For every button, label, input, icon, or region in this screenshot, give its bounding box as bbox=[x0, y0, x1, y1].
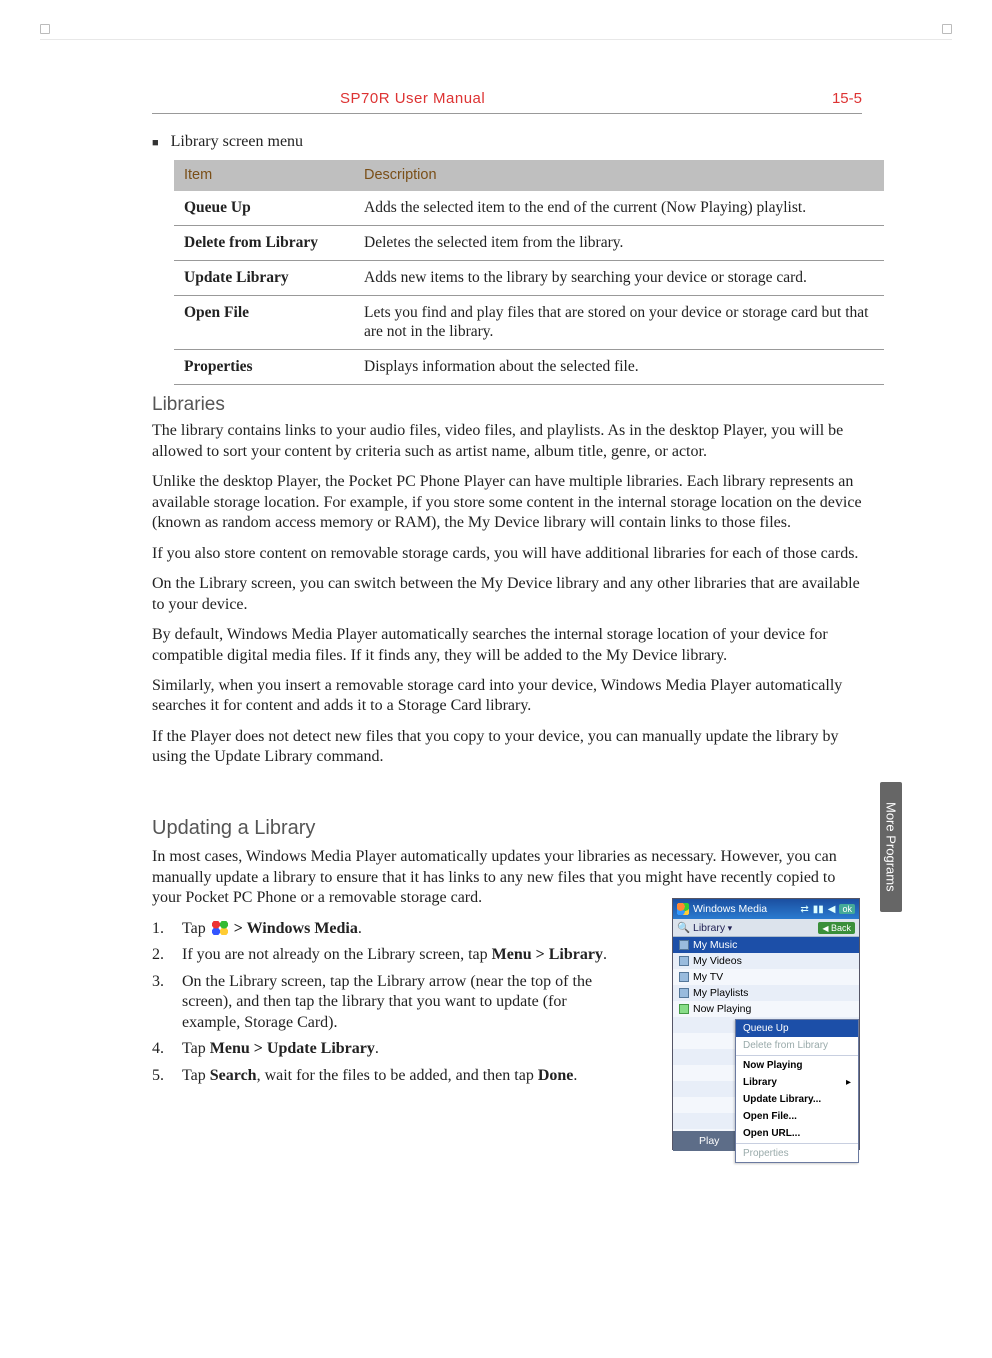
step-number: 2. bbox=[152, 945, 170, 965]
bullet-library-screen-menu: ■ Library screen menu bbox=[152, 132, 862, 152]
table-row: Delete from Library Deletes the selected… bbox=[174, 225, 884, 260]
cell-desc: Displays information about the selected … bbox=[354, 350, 884, 385]
folder-icon bbox=[679, 940, 689, 950]
menu-delete-from-library: Delete from Library bbox=[736, 1037, 858, 1054]
menu-library[interactable]: Library▸ bbox=[736, 1074, 858, 1091]
doc-title: SP70R User Manual bbox=[340, 90, 485, 107]
folder-icon bbox=[679, 956, 689, 966]
para: Unlike the desktop Player, the Pocket PC… bbox=[152, 472, 862, 533]
cell-desc: Deletes the selected item from the libra… bbox=[354, 225, 884, 260]
para: If the Player does not detect new files … bbox=[152, 727, 862, 768]
page-number: 15-5 bbox=[832, 90, 862, 107]
para: If you also store content on removable s… bbox=[152, 544, 862, 564]
step-text: If you are not already on the Library sc… bbox=[182, 945, 607, 965]
start-flag-icon bbox=[212, 921, 228, 935]
device-screenshot: Windows Media ⇄ ▮▮ ◀ ok 🔍 Library ◀ Back… bbox=[672, 898, 860, 1150]
bullet-square-icon: ■ bbox=[152, 138, 159, 149]
bullet-text: Library screen menu bbox=[171, 132, 303, 152]
step: 2. If you are not already on the Library… bbox=[152, 945, 620, 965]
para: On the Library screen, you can switch be… bbox=[152, 574, 862, 615]
tree-item-my-tv[interactable]: My TV bbox=[673, 969, 859, 985]
softkey-play[interactable]: Play bbox=[699, 1135, 719, 1147]
context-menu: Queue Up Delete from Library Now Playing… bbox=[735, 1019, 859, 1163]
thumb-tab-more-programs: More Programs bbox=[880, 782, 902, 912]
th-item: Item bbox=[174, 160, 354, 191]
section-libraries-heading: Libraries bbox=[152, 393, 862, 417]
status-icons: ⇄ ▮▮ ◀ ok bbox=[800, 904, 855, 915]
app-title: Windows Media bbox=[693, 903, 767, 915]
tree-item-my-music[interactable]: My Music bbox=[673, 937, 859, 953]
running-header: SP70R User Manual 15-5 bbox=[340, 90, 862, 107]
step: 4. Tap Menu > Update Library. bbox=[152, 1039, 620, 1059]
step-number: 3. bbox=[152, 972, 170, 1033]
menu-queue-up[interactable]: Queue Up bbox=[736, 1020, 858, 1037]
menu-properties: Properties bbox=[736, 1145, 858, 1162]
cell-item: Queue Up bbox=[174, 191, 354, 225]
step: 5. Tap Search, wait for the files to be … bbox=[152, 1066, 620, 1086]
section-updating-heading: Updating a Library bbox=[152, 816, 862, 842]
table-row: Open File Lets you find and play files t… bbox=[174, 295, 884, 350]
steps-list: 1. Tap > Windows Media. 2. If you are no… bbox=[152, 919, 620, 1086]
table-row: Queue Up Adds the selected item to the e… bbox=[174, 191, 884, 225]
cell-item: Open File bbox=[174, 295, 354, 350]
cell-desc: Adds the selected item to the end of the… bbox=[354, 191, 884, 225]
cell-item: Delete from Library bbox=[174, 225, 354, 260]
para: By default, Windows Media Player automat… bbox=[152, 625, 862, 666]
step-number: 4. bbox=[152, 1039, 170, 1059]
menu-open-file[interactable]: Open File... bbox=[736, 1108, 858, 1125]
step-text: On the Library screen, tap the Library a… bbox=[182, 972, 620, 1033]
step-text: Tap Menu > Update Library. bbox=[182, 1039, 379, 1059]
menu-open-url[interactable]: Open URL... bbox=[736, 1125, 858, 1142]
menu-now-playing[interactable]: Now Playing bbox=[736, 1057, 858, 1074]
cell-item: Properties bbox=[174, 350, 354, 385]
table-row: Properties Displays information about th… bbox=[174, 350, 884, 385]
para: The library contains links to your audio… bbox=[152, 421, 862, 462]
step-number: 1. bbox=[152, 919, 170, 939]
volume-icon: ◀ bbox=[828, 904, 836, 915]
menu-update-library[interactable]: Update Library... bbox=[736, 1091, 858, 1108]
th-description: Description bbox=[354, 160, 884, 191]
library-menu-table: Item Description Queue Up Adds the selec… bbox=[174, 160, 884, 385]
step-number: 5. bbox=[152, 1066, 170, 1086]
tree-item-my-playlists[interactable]: My Playlists bbox=[673, 985, 859, 1001]
library-dropdown[interactable]: 🔍 Library bbox=[677, 921, 732, 934]
titlebar: Windows Media ⇄ ▮▮ ◀ ok bbox=[673, 899, 859, 919]
signal-icon: ▮▮ bbox=[813, 904, 824, 915]
tree-item-my-videos[interactable]: My Videos bbox=[673, 953, 859, 969]
tree-item-now-playing[interactable]: Now Playing bbox=[673, 1001, 859, 1017]
step-text: Tap > Windows Media. bbox=[182, 919, 362, 939]
cell-item: Update Library bbox=[174, 260, 354, 295]
step: 3. On the Library screen, tap the Librar… bbox=[152, 972, 620, 1033]
folder-icon bbox=[679, 972, 689, 982]
page-crop-marks bbox=[40, 28, 952, 40]
step: 1. Tap > Windows Media. bbox=[152, 919, 620, 939]
cell-desc: Adds new items to the library by searchi… bbox=[354, 260, 884, 295]
windows-icon bbox=[677, 903, 689, 915]
sync-icon: ⇄ bbox=[800, 904, 808, 915]
chevron-right-icon: ▸ bbox=[846, 1077, 851, 1088]
library-bar: 🔍 Library ◀ Back bbox=[673, 919, 859, 937]
table-row: Update Library Adds new items to the lib… bbox=[174, 260, 884, 295]
folder-icon bbox=[679, 988, 689, 998]
header-rule bbox=[152, 113, 862, 114]
ok-button[interactable]: ok bbox=[839, 904, 855, 914]
cell-desc: Lets you find and play files that are st… bbox=[354, 295, 884, 350]
back-button[interactable]: ◀ Back bbox=[818, 922, 855, 934]
play-icon bbox=[679, 1004, 689, 1014]
library-tree: My Music My Videos My TV My Playlists No… bbox=[673, 937, 859, 1131]
para: Similarly, when you insert a removable s… bbox=[152, 676, 862, 717]
step-text: Tap Search, wait for the files to be add… bbox=[182, 1066, 577, 1086]
